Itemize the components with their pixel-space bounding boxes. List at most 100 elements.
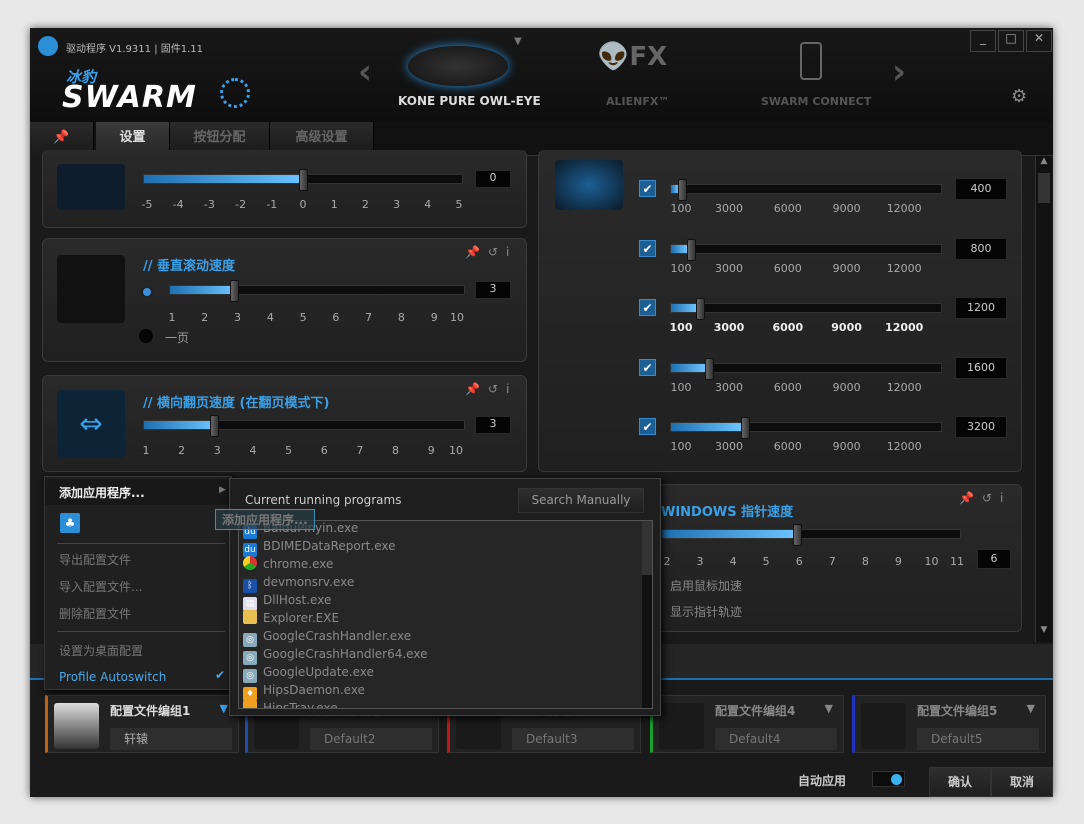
menu-delete-profile[interactable]: 删除配置文件 — [59, 605, 131, 622]
content-scrollbar[interactable]: ▲ ▼ — [1035, 156, 1052, 642]
auto-apply-toggle[interactable] — [872, 771, 905, 787]
program-item[interactable]: ◎ GoogleCrashHandler.exe — [239, 627, 652, 647]
tick: -1 — [266, 198, 278, 211]
pin-reset-info-icons[interactable]: 📌↺i — [465, 382, 517, 396]
horizontal-scroll-slider[interactable] — [143, 415, 465, 437]
dpi-slider[interactable] — [670, 179, 942, 201]
tick: 6 — [795, 555, 803, 568]
mouse-acceleration-option[interactable]: 启用鼠标加速 — [670, 577, 742, 594]
program-icon — [243, 700, 257, 708]
tooltip: 添加应用程序... — [215, 509, 315, 530]
program-name: BDIMEDataReport.exe — [263, 539, 396, 553]
divider — [57, 543, 225, 544]
dpi-checkbox[interactable]: ✔ — [639, 359, 656, 376]
tick: 6 — [320, 444, 328, 457]
dpi-slider[interactable] — [670, 417, 942, 439]
pointer-trails-option[interactable]: 显示指针轨迹 — [670, 603, 742, 620]
dpi-value[interactable]: 1200 — [955, 297, 1007, 319]
horizontal-scroll-value[interactable]: 3 — [475, 416, 511, 434]
vertical-scroll-value[interactable]: 3 — [475, 281, 511, 299]
dpi-value[interactable]: 800 — [955, 238, 1007, 260]
profile-default-field[interactable]: Default4 — [715, 728, 837, 750]
program-item[interactable]: ᛒ devmonsrv.exe — [239, 573, 652, 593]
checkmark-icon: ✔ — [215, 668, 226, 682]
pointer-speed-slider[interactable] — [661, 524, 961, 546]
profile-card[interactable]: 配置文件编组5 ▼ Default5 — [852, 695, 1046, 753]
dpi-slider[interactable] — [670, 298, 942, 320]
tilt-panel: -5 -4 -3 -2 -1 0 1 2 3 4 5 0 — [42, 150, 527, 228]
close-button[interactable]: ✕ — [1026, 30, 1052, 52]
program-item[interactable]: Explorer.EXE — [239, 609, 652, 627]
profile-default-field[interactable]: Default2 — [310, 728, 432, 750]
mouse-device-icon[interactable] — [408, 46, 508, 86]
tick: 8 — [392, 444, 400, 457]
pin-reset-info-icons[interactable]: 📌↺i — [959, 491, 1011, 505]
profile-name: 配置文件编组4 — [715, 704, 796, 718]
tick: 3000 — [713, 321, 745, 334]
dpi-slider[interactable] — [670, 358, 942, 380]
search-manually-button[interactable]: Search Manually — [518, 488, 644, 513]
tick: 9 — [427, 444, 435, 457]
dpi-value[interactable]: 3200 — [955, 416, 1007, 438]
tilt-value[interactable]: 0 — [475, 170, 511, 188]
program-item[interactable]: ♦ HipsDaemon.exe — [239, 681, 652, 701]
phone-icon[interactable] — [800, 42, 822, 80]
pointer-speed-value[interactable]: 6 — [977, 549, 1011, 569]
prev-device-arrow-icon[interactable]: ‹ — [358, 52, 372, 92]
device-swarm-connect[interactable]: SWARM CONNECT — [761, 95, 871, 108]
radio-page[interactable] — [139, 329, 153, 343]
swarm-logo: SWARM — [62, 80, 197, 115]
dpi-sensor-icon — [555, 160, 623, 210]
profile-card[interactable]: 配置文件编组4 ▼ Default4 — [650, 695, 844, 753]
dpi-checkbox[interactable]: ✔ — [639, 418, 656, 435]
tick: 1 — [330, 198, 338, 211]
pin-reset-info-icons[interactable]: 📌↺i — [465, 245, 517, 259]
list-scrollbar[interactable] — [642, 521, 652, 708]
vertical-scroll-slider[interactable] — [169, 280, 465, 302]
menu-import-profile[interactable]: 导入配置文件... — [59, 578, 142, 595]
menu-export-profile[interactable]: 导出配置文件 — [59, 551, 131, 568]
program-item[interactable]: chrome.exe — [239, 555, 652, 573]
minimize-button[interactable]: _ — [970, 30, 996, 52]
settings-gear-icon[interactable]: ⚙ — [1011, 86, 1027, 107]
profile-dropdown-icon[interactable]: ▼ — [220, 702, 228, 715]
alienfx-icon[interactable]: 👽FX — [597, 42, 667, 72]
dpi-slider[interactable] — [670, 239, 942, 261]
program-item[interactable]: ▤ DllHost.exe — [239, 591, 652, 611]
dpi-value[interactable]: 1600 — [955, 357, 1007, 379]
program-item[interactable]: du BDIMEDataReport.exe — [239, 537, 652, 557]
menu-add-application[interactable]: 添加应用程序... — [59, 484, 145, 501]
program-icon — [243, 556, 257, 570]
tick: 2 — [361, 198, 369, 211]
menu-set-desktop-profile[interactable]: 设置为桌面配置 — [59, 642, 143, 659]
program-name: GoogleUpdate.exe — [263, 665, 374, 679]
tick: 2 — [663, 555, 671, 568]
dpi-value[interactable]: 400 — [955, 178, 1007, 200]
cancel-button[interactable]: 取消 — [991, 767, 1053, 797]
profile-dropdown-icon[interactable]: ▼ — [825, 702, 833, 715]
device-alienfx[interactable]: ALIENFX™ — [606, 95, 669, 108]
profile-card[interactable]: 配置文件编组1 ▼ 轩辕 — [45, 695, 239, 753]
maximize-button[interactable]: □ — [998, 30, 1024, 52]
tick: 4 — [266, 311, 274, 324]
device-dropdown-icon[interactable]: ▼ — [514, 36, 522, 47]
dpi-checkbox[interactable]: ✔ — [639, 240, 656, 257]
tilt-slider[interactable] — [143, 169, 463, 191]
profile-default-field[interactable]: 轩辕 — [110, 728, 232, 750]
profile-dropdown-icon[interactable]: ▼ — [1027, 702, 1035, 715]
program-item[interactable]: HipsTray.exe — [239, 699, 652, 708]
radio-lines[interactable] — [141, 286, 153, 298]
program-item[interactable]: ◎ GoogleUpdate.exe — [239, 663, 652, 683]
tick: -4 — [172, 198, 184, 211]
dpi-checkbox[interactable]: ✔ — [639, 299, 656, 316]
next-device-arrow-icon[interactable]: › — [892, 52, 906, 92]
app-share-icon[interactable]: ♣ — [60, 513, 80, 533]
profile-default-field[interactable]: Default5 — [917, 728, 1039, 750]
menu-profile-autoswitch[interactable]: Profile Autoswitch — [59, 670, 166, 684]
device-kone[interactable]: KONE PURE OWL-EYE — [398, 94, 541, 108]
vertical-scroll-panel: // 垂直滚动速度 📌↺i 1 2 3 4 5 6 7 8 9 10 3 一页 — [42, 238, 527, 362]
profile-default-field[interactable]: Default3 — [512, 728, 634, 750]
program-item[interactable]: ◎ GoogleCrashHandler64.exe — [239, 645, 652, 665]
dpi-checkbox[interactable]: ✔ — [639, 180, 656, 197]
ok-button[interactable]: 确认 — [929, 767, 991, 797]
